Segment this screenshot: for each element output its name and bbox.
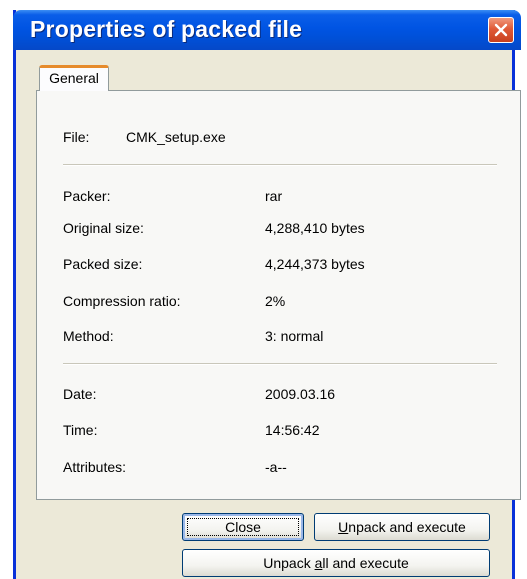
tab-general[interactable]: General: [39, 65, 109, 91]
unpack-exec-label: npack and execute: [348, 519, 466, 535]
date-label: Date:: [63, 386, 97, 402]
unpack-all-label: ll and execute: [322, 555, 409, 571]
packer-label: Packer:: [63, 188, 111, 204]
unpack-and-execute-button[interactable]: Unpack and execute: [314, 513, 490, 541]
separator: [63, 363, 497, 365]
original-size-label: Original size:: [63, 220, 144, 236]
method-label: Method:: [63, 328, 114, 344]
close-x-icon: [494, 23, 508, 37]
general-panel: File: CMK_setup.exe Packer: rar Original…: [36, 90, 521, 500]
method-value: 3: normal: [265, 328, 324, 344]
separator: [63, 164, 497, 166]
attributes-label: Attributes:: [63, 459, 127, 475]
compression-ratio-label: Compression ratio:: [63, 293, 181, 309]
attributes-value: -a--: [265, 459, 287, 475]
time-value: 14:56:42: [265, 422, 320, 438]
packed-size-value: 4,244,373 bytes: [265, 256, 365, 272]
file-value: CMK_setup.exe: [126, 129, 226, 145]
date-value: 2009.03.16: [265, 386, 336, 402]
properties-dialog: Properties of packed file General File: …: [13, 10, 521, 579]
close-button[interactable]: Close: [182, 513, 304, 541]
close-window-button[interactable]: [488, 17, 514, 43]
compression-ratio-value: 2%: [265, 293, 286, 309]
packer-value: rar: [265, 188, 283, 204]
unpack-exec-accel: U: [338, 519, 349, 535]
file-label: File:: [63, 129, 90, 145]
original-size-value: 4,288,410 bytes: [265, 220, 365, 236]
time-label: Time:: [63, 422, 98, 438]
unpack-all-pre: Unpack: [263, 555, 315, 571]
packed-size-label: Packed size:: [63, 256, 143, 272]
tab-general-label: General: [49, 70, 99, 86]
title-bar[interactable]: Properties of packed file: [13, 10, 521, 50]
unpack-all-and-execute-button[interactable]: Unpack all and execute: [182, 549, 490, 577]
window-title: Properties of packed file: [30, 16, 303, 42]
